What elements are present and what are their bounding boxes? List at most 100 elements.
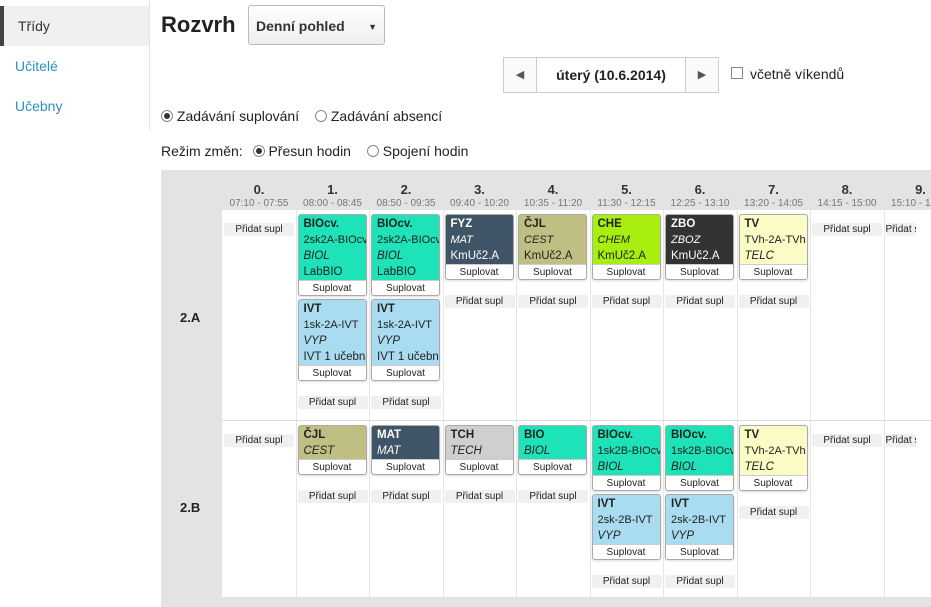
substitute-button[interactable]: Suplovat	[666, 544, 733, 559]
lesson-line: IVT	[597, 498, 616, 510]
add-substitute-button[interactable]: Přidat supl	[885, 223, 916, 236]
substitute-button[interactable]: Suplovat	[519, 264, 586, 279]
add-substitute-button[interactable]: Přidat supl	[665, 575, 735, 588]
lesson-line: CEST	[524, 234, 554, 246]
lesson-line: VYP	[671, 530, 695, 542]
lesson-card[interactable]: ČJL CEST Suplovat	[297, 425, 367, 475]
substitute-button[interactable]: Suplovat	[298, 280, 366, 295]
lesson-line: TV	[744, 429, 760, 441]
period-number: 3.	[474, 182, 485, 197]
add-substitute-button[interactable]: Přidat supl	[224, 434, 294, 447]
add-substitute-button[interactable]: Přidat supl	[885, 434, 916, 447]
substitute-button[interactable]: Suplovat	[298, 365, 366, 380]
lesson-line: ZBO	[671, 218, 696, 230]
lesson-card[interactable]: BIO BIOL Suplovat	[518, 425, 587, 475]
class-label: 2.A	[180, 310, 201, 325]
radio-merge[interactable]	[366, 145, 379, 157]
add-substitute-button[interactable]: Přidat supl	[738, 295, 809, 308]
column-divider	[883, 210, 885, 597]
lesson-card[interactable]: TV TVh-2A-TVh TELC Suplovat	[738, 214, 808, 280]
entry-mode-group: Zadávání suplování Zadávání absencí	[161, 108, 442, 124]
lesson-card[interactable]: IVT 1sk-2A-IVT VYP IVT 1 učebna Suplovat	[371, 299, 440, 381]
sidebar-item-ucitele[interactable]: Učitelé	[0, 46, 149, 86]
substitute-button[interactable]: Suplovat	[666, 264, 733, 279]
period-header: 6. 12:25 - 13:10	[663, 182, 737, 209]
add-substitute-button[interactable]: Přidat supl	[224, 223, 294, 236]
next-day-button[interactable]: ▶	[686, 58, 718, 92]
substitute-button[interactable]: Suplovat	[519, 459, 586, 474]
add-substitute-button[interactable]: Přidat supl	[297, 396, 368, 409]
column-divider	[663, 210, 664, 597]
change-mode-group: Režim změn: Přesun hodin Spojení hodin	[161, 143, 468, 159]
lesson-card[interactable]: BIOcv. 1sk2B-BIOcv BIOL Suplovat	[665, 425, 734, 491]
lesson-line: KmUč2.A	[524, 250, 573, 262]
substitute-button[interactable]: Suplovat	[445, 264, 513, 279]
lesson-line: ČJL	[524, 218, 546, 230]
lesson-card[interactable]: IVT 2sk-2B-IVT VYP Suplovat	[591, 494, 661, 560]
substitute-button[interactable]: Suplovat	[372, 365, 439, 380]
substitute-button[interactable]: Suplovat	[666, 475, 733, 490]
radio-move[interactable]	[252, 145, 265, 157]
period-time: 14:15 - 15:00	[817, 198, 877, 209]
add-substitute-button[interactable]: Přidat supl	[812, 223, 882, 236]
period-number: 8.	[841, 182, 853, 197]
add-substitute-button[interactable]: Přidat supl	[297, 490, 368, 503]
substitute-button[interactable]: Suplovat	[372, 459, 439, 474]
lesson-card[interactable]: MAT MAT Suplovat	[371, 425, 440, 475]
radio-absence[interactable]	[314, 110, 327, 122]
lesson-line: IVT	[671, 498, 689, 510]
weekends-checkbox[interactable]	[731, 67, 743, 79]
substitute-button[interactable]: Suplovat	[592, 475, 660, 490]
column-divider	[810, 210, 811, 597]
add-substitute-button[interactable]: Přidat supl	[518, 490, 588, 503]
view-select[interactable]: Denní pohled ▼	[248, 5, 385, 45]
substitute-button[interactable]: Suplovat	[592, 544, 660, 559]
timetable-grid: 0. 07:10 - 07:55 1. 08:00 - 08:45 2. 08:50 - …	[161, 170, 931, 607]
substitute-button[interactable]: Suplovat	[298, 459, 366, 474]
add-substitute-button[interactable]: Přidat supl	[738, 506, 809, 519]
add-substitute-button[interactable]: Přidat supl	[371, 396, 441, 409]
period-time: 07:10 - 07:55	[229, 198, 289, 209]
lesson-line: BIOL	[671, 461, 698, 473]
add-substitute-button[interactable]: Přidat supl	[518, 295, 588, 308]
lesson-line: IVT	[377, 303, 395, 315]
prev-day-button[interactable]: ◀	[504, 58, 536, 92]
substitute-button[interactable]: Suplovat	[739, 475, 807, 490]
lesson-line: CHEM	[597, 234, 630, 246]
lesson-card[interactable]: IVT 1sk-2A-IVT VYP IVT 1 učebna Suplovat	[297, 299, 367, 381]
lesson-line: LabBIO	[303, 266, 343, 278]
substitute-button[interactable]: Suplovat	[372, 280, 439, 295]
lesson-card[interactable]: TCH TECH Suplovat	[444, 425, 514, 475]
lesson-line: KmUč2.A	[597, 250, 647, 262]
add-substitute-button[interactable]: Přidat supl	[812, 434, 882, 447]
lesson-card[interactable]: CHE CHEM KmUč2.A Suplovat	[591, 214, 661, 280]
sidebar-item-ucebny[interactable]: Učebny	[0, 86, 149, 126]
add-substitute-button[interactable]: Přidat supl	[444, 490, 515, 503]
lesson-line: 2sk-2B-IVT	[671, 514, 727, 526]
lesson-card[interactable]: TV TVh-2A-TVh TELC Suplovat	[738, 425, 808, 491]
sidebar-item-tridy[interactable]: Třídy	[0, 6, 149, 46]
radio-substitution[interactable]	[161, 110, 173, 122]
add-substitute-button[interactable]: Přidat supl	[591, 575, 662, 588]
radio-substitution-label: Zadávání suplování	[176, 108, 300, 124]
lesson-line: TVh-2A-TVh	[744, 445, 806, 457]
add-substitute-button[interactable]: Přidat supl	[665, 295, 735, 308]
lesson-line: TVh-2A-TVh	[744, 234, 806, 246]
period-header: 7. 13:20 - 14:05	[737, 182, 811, 209]
lesson-line: 2sk2A-BIOcv	[377, 234, 439, 246]
lesson-card[interactable]: ZBO ZBOZ KmUč2.A Suplovat	[665, 214, 734, 280]
column-divider	[589, 210, 591, 597]
substitute-button[interactable]: Suplovat	[445, 459, 513, 474]
lesson-card[interactable]: BIOcv. 1sk2B-BIOcv BIOL Suplovat	[591, 425, 661, 491]
lesson-card[interactable]: IVT 2sk-2B-IVT VYP Suplovat	[665, 494, 734, 560]
add-substitute-button[interactable]: Přidat supl	[444, 295, 515, 308]
change-mode-label: Režim změn:	[161, 143, 243, 159]
lesson-card[interactable]: ČJL CEST KmUč2.A Suplovat	[518, 214, 587, 280]
lesson-card[interactable]: BIOcv. 2sk2A-BIOcv BIOL LabBIO Suplovat	[297, 214, 367, 296]
add-substitute-button[interactable]: Přidat supl	[591, 295, 662, 308]
substitute-button[interactable]: Suplovat	[739, 264, 807, 279]
add-substitute-button[interactable]: Přidat supl	[371, 490, 441, 503]
substitute-button[interactable]: Suplovat	[592, 264, 660, 279]
lesson-card[interactable]: FYZ MAT KmUč2.A Suplovat	[444, 214, 514, 280]
lesson-card[interactable]: BIOcv. 2sk2A-BIOcv BIOL LabBIO Suplovat	[371, 214, 440, 296]
